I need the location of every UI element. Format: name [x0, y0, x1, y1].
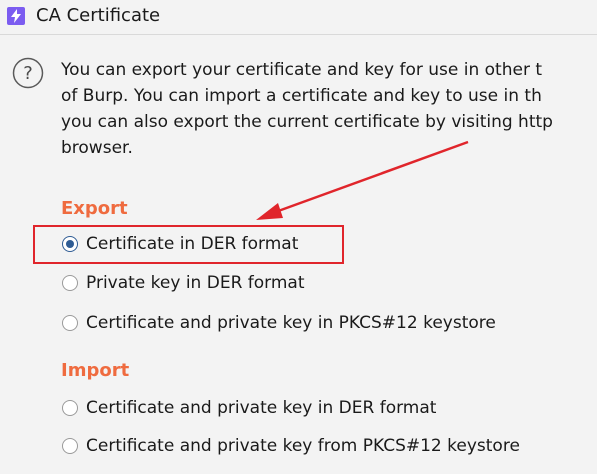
radio-button[interactable] [62, 315, 78, 331]
annotation-highlight-box [33, 225, 344, 264]
option-label: Certificate and private key in DER forma… [86, 398, 437, 418]
description-line: You can export your certificate and key … [61, 60, 543, 80]
option-label: Certificate and private key from PKCS#12… [86, 436, 520, 456]
description-line: browser. [61, 138, 133, 158]
option-label: Certificate and private key in PKCS#12 k… [86, 313, 496, 333]
radio-button[interactable] [62, 400, 78, 416]
import-heading: Import [61, 360, 130, 381]
window-title: CA Certificate [36, 5, 161, 26]
title-bar: CA Certificate [0, 0, 597, 33]
help-question-icon: ? [12, 57, 44, 89]
import-option-cert-key-pkcs12[interactable]: Certificate and private key from PKCS#12… [62, 434, 520, 458]
description-line: you can also export the current certific… [61, 112, 553, 132]
svg-text:?: ? [23, 63, 33, 84]
description-text: You can export your certificate and key … [61, 57, 597, 161]
burp-lightning-icon [7, 7, 25, 25]
export-option-private-key-der[interactable]: Private key in DER format [62, 271, 305, 295]
import-option-cert-key-der[interactable]: Certificate and private key in DER forma… [62, 396, 436, 420]
description-line: of Burp. You can import a certificate an… [61, 86, 542, 106]
export-option-pkcs12[interactable]: Certificate and private key in PKCS#12 k… [62, 311, 496, 335]
radio-button[interactable] [62, 438, 78, 454]
option-label: Private key in DER format [86, 273, 305, 293]
export-heading: Export [61, 198, 128, 219]
radio-button[interactable] [62, 275, 78, 291]
title-divider [0, 34, 597, 35]
